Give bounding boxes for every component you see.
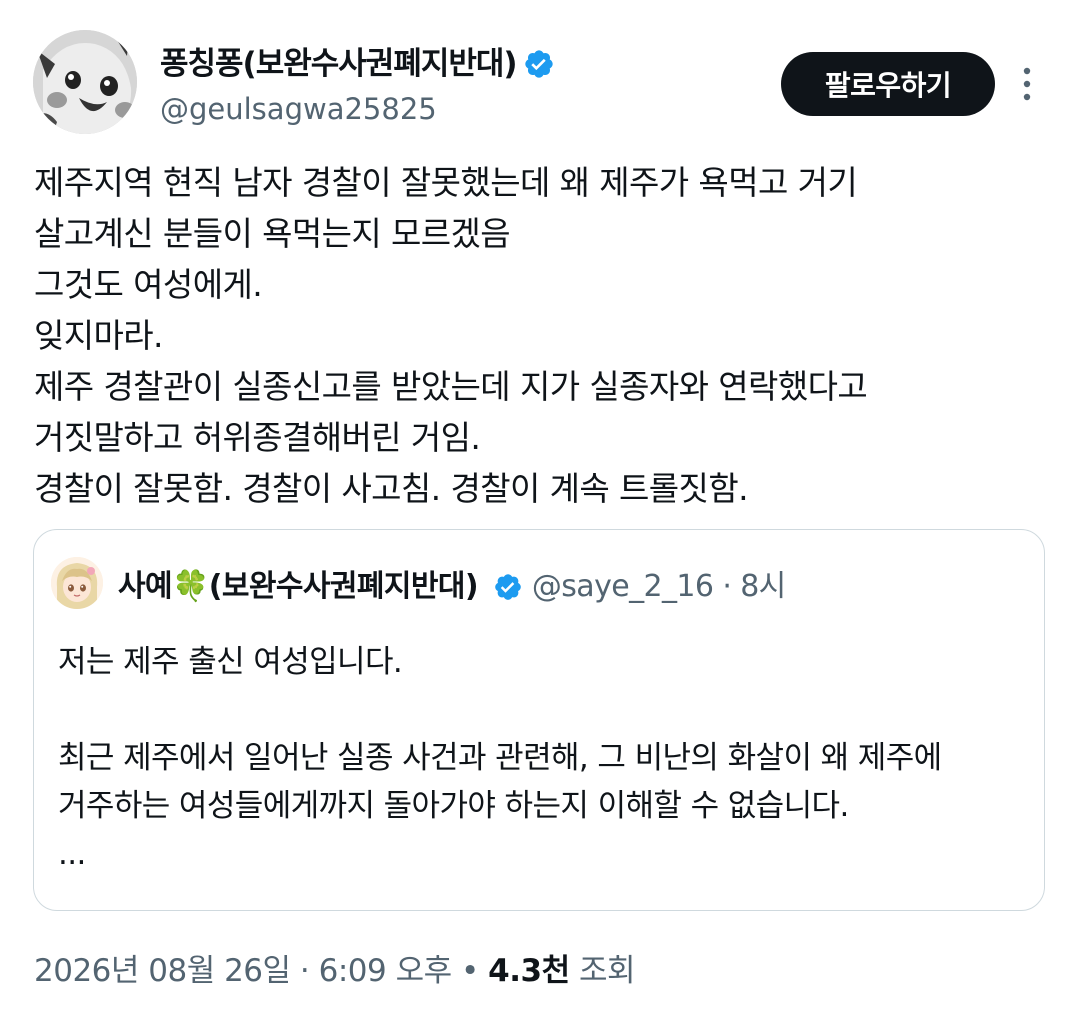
quote-display-name[interactable]: 사예 [118,569,173,604]
tweet-line: 거짓말하고 허위종결해버린 거임. [34,418,481,457]
quote-separator: · [722,569,732,604]
pikachu-avatar-icon [33,30,137,134]
tweet-line: 제주지역 현직 남자 경찰이 잘못했는데 왜 제주가 욕먹고 거기 [34,163,858,202]
tweet-line: 경찰이 잘못함. 경찰이 사고침. 경찰이 계속 트롤짓함. [34,469,749,508]
quote-tweet-card[interactable]: 사예🍀(보완수사권폐지반대) @saye_2_16 · 8시 저는 제주 출신 … [33,529,1045,911]
post-time[interactable]: 6:09 오후 [319,953,453,989]
quote-author-avatar[interactable] [51,557,103,609]
quote-text: 저는 제주 출신 여성입니다. 최근 제주에서 일어난 실종 사건과 관련해, … [58,638,1028,878]
author-handle[interactable]: @geulsagwa25825 [160,92,437,126]
tweet-line: 그것도 여성에게. [34,265,263,304]
tweet-text: 제주지역 현직 남자 경찰이 잘못했는데 왜 제주가 욕먹고 거기 살고계신 분… [34,157,1054,514]
quote-display-name-suffix[interactable]: (보완수사권폐지반대) [209,569,479,604]
quote-time[interactable]: 8시 [740,569,786,604]
author-avatar[interactable] [33,30,137,134]
tweet-line: 제주 경찰관이 실종신고를 받았는데 지가 실종자와 연락했다고 [34,367,868,406]
quote-header: 사예🍀(보완수사권폐지반대) @saye_2_16 · 8시 [118,561,786,605]
quote-line [58,686,1028,734]
views-count[interactable]: 4.3천 [488,953,570,989]
verified-badge-icon [495,574,521,600]
quote-line: 최근 제주에서 일어난 실종 사건과 관련해, 그 비난의 화살이 왜 제주에 [58,740,942,776]
quote-line: 거주하는 여성들에게까지 돌아가야 하는지 이해할 수 없습니다. [58,788,849,824]
author-display-name[interactable]: 퐁칭퐁(보완수사권폐지반대) [160,46,518,82]
author-name-row[interactable]: 퐁칭퐁(보완수사권폐지반대) [160,38,555,83]
views-label: 조회 [578,953,636,989]
quote-handle[interactable]: @saye_2_16 [532,569,714,604]
anime-girl-avatar-icon [51,557,103,609]
follow-button[interactable]: 팔로우하기 [781,52,995,116]
post-date[interactable]: 2026년 08월 26일 [34,953,291,989]
more-vertical-icon[interactable] [1017,65,1037,105]
tweet-line: 살고계신 분들이 욕먹는지 모르겠음 [34,214,511,253]
quote-line: 저는 제주 출신 여성입니다. [58,644,403,680]
meta-separator: · [299,953,310,989]
quote-ellipsis: ... [58,836,86,872]
verified-badge-icon [524,50,553,78]
clover-emoji: 🍀 [172,569,209,604]
meta-separator: • [461,953,479,989]
tweet-line: 잊지마라. [34,316,164,355]
post-metadata: 2026년 08월 26일 · 6:09 오후 • 4.3천 조회 [34,945,636,990]
